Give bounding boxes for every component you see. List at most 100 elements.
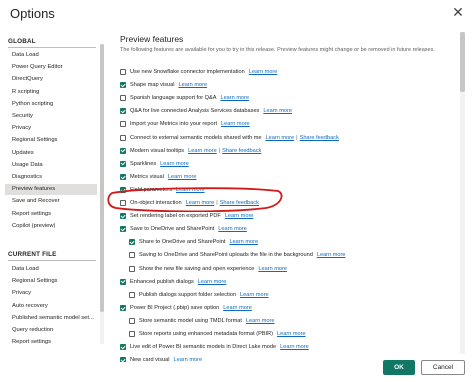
feature-checkbox[interactable] bbox=[120, 226, 126, 233]
learn-more-link[interactable]: Learn more bbox=[218, 226, 247, 232]
main-scrollbar[interactable] bbox=[460, 32, 465, 354]
feature-checkbox[interactable] bbox=[120, 160, 126, 167]
feature-checkbox[interactable] bbox=[129, 317, 135, 324]
link-separator: | bbox=[296, 134, 298, 141]
feature-row: Metrics visual Learn more bbox=[120, 172, 197, 182]
sidebar-item[interactable]: Preview features bbox=[5, 184, 97, 196]
sidebar-item[interactable]: Save and Recover bbox=[5, 196, 97, 207]
feature-row: Set rendering label on exported PDF Learn… bbox=[120, 211, 253, 221]
sidebar-scrollbar-thumb[interactable] bbox=[100, 44, 104, 312]
learn-more-link[interactable]: Learn more bbox=[258, 266, 287, 272]
sidebar-item[interactable]: R scripting bbox=[5, 87, 97, 98]
feature-row: Q&A for live connected Analysis Services… bbox=[120, 106, 292, 116]
learn-more-link[interactable]: Learn more bbox=[229, 239, 258, 245]
sidebar-item[interactable]: Privacy bbox=[5, 288, 97, 299]
feature-checkbox[interactable] bbox=[120, 121, 126, 128]
feature-checkbox[interactable] bbox=[120, 69, 126, 75]
feature-checkbox[interactable] bbox=[120, 357, 126, 362]
share-feedback-link[interactable]: Share feedback bbox=[300, 135, 339, 141]
feature-checkbox[interactable] bbox=[120, 82, 126, 89]
feature-checkbox[interactable] bbox=[129, 265, 135, 272]
feature-checkbox[interactable] bbox=[120, 344, 126, 351]
sidebar-divider bbox=[8, 47, 96, 48]
feature-checkbox[interactable] bbox=[120, 134, 126, 141]
feature-checkbox[interactable] bbox=[120, 108, 126, 115]
learn-more-link[interactable]: Learn more bbox=[249, 69, 278, 75]
sidebar-item[interactable]: Usage Data bbox=[5, 160, 97, 171]
sidebar-item[interactable]: Report settings bbox=[5, 209, 97, 220]
feature-label: Store reports using enhanced metadata fo… bbox=[139, 331, 274, 337]
feature-row: Import your Metrics into your report Lear… bbox=[120, 119, 250, 129]
feature-checkbox[interactable] bbox=[120, 304, 126, 311]
feature-label: Metrics visual bbox=[130, 173, 164, 180]
learn-more-link[interactable]: Learn more bbox=[240, 292, 269, 298]
ok-button[interactable]: OK bbox=[383, 360, 415, 375]
learn-more-link[interactable]: Learn more bbox=[178, 82, 207, 88]
sidebar-item[interactable]: Copilot (preview) bbox=[5, 221, 97, 232]
sidebar-item[interactable]: Power Query Editor bbox=[5, 62, 97, 73]
sidebar-item[interactable]: Security bbox=[5, 111, 97, 122]
learn-more-link[interactable]: Learn more bbox=[220, 95, 249, 101]
feature-checkbox[interactable] bbox=[120, 186, 126, 193]
feature-label: Spanish language support for Q&A bbox=[130, 95, 217, 102]
feature-row: Store semantic model using TMDL format Le… bbox=[129, 316, 275, 326]
learn-more-link[interactable]: Learn more bbox=[266, 135, 295, 141]
sidebar-item[interactable]: Data Load bbox=[5, 50, 97, 61]
sidebar-scrollbar[interactable] bbox=[100, 44, 104, 344]
feature-checkbox[interactable] bbox=[120, 213, 126, 220]
feature-checkbox[interactable] bbox=[120, 200, 126, 206]
learn-more-link[interactable]: Learn more bbox=[280, 344, 309, 350]
learn-more-link[interactable]: Learn more bbox=[223, 305, 252, 311]
sidebar-item[interactable]: Data Load bbox=[5, 264, 97, 275]
feature-checkbox[interactable] bbox=[120, 278, 126, 285]
learn-more-link[interactable]: Learn more bbox=[221, 121, 250, 127]
feature-checkbox[interactable] bbox=[129, 291, 135, 298]
learn-more-link[interactable]: Learn more bbox=[317, 252, 346, 258]
feature-label: Power BI Project (.pbip) save option bbox=[130, 304, 220, 311]
section-description: The following features are available for… bbox=[120, 47, 435, 53]
main-scrollbar-thumb[interactable] bbox=[460, 32, 465, 92]
sidebar-item[interactable]: Query reduction bbox=[5, 325, 97, 336]
feature-checkbox[interactable] bbox=[129, 252, 135, 259]
sidebar-item[interactable]: Regional Settings bbox=[5, 276, 97, 287]
learn-more-link[interactable]: Learn more bbox=[176, 187, 205, 193]
feature-checkbox[interactable] bbox=[120, 95, 126, 102]
cancel-button[interactable]: Cancel bbox=[421, 360, 465, 375]
sidebar-item[interactable]: DirectQuery bbox=[5, 74, 97, 85]
feature-label: Share to OneDrive and SharePoint bbox=[139, 239, 226, 246]
close-icon[interactable]: ✕ bbox=[450, 4, 466, 20]
learn-more-link[interactable]: Learn more bbox=[160, 161, 189, 167]
feature-checkbox[interactable] bbox=[129, 331, 135, 337]
feature-row: Power BI Project (.pbip) save option Lear… bbox=[120, 303, 252, 313]
sidebar-item[interactable]: Report settings bbox=[5, 337, 97, 348]
learn-more-link[interactable]: Learn more bbox=[186, 200, 215, 206]
feature-row: Saving to OneDrive and SharePoint upload… bbox=[129, 250, 345, 260]
sidebar-item[interactable]: Diagnostics bbox=[5, 172, 97, 183]
sidebar-item[interactable]: Auto recovery bbox=[5, 301, 97, 312]
share-feedback-link[interactable]: Share feedback bbox=[222, 148, 261, 154]
learn-more-link[interactable]: Learn more bbox=[188, 148, 217, 154]
learn-more-link[interactable]: Learn more bbox=[277, 331, 306, 337]
feature-checkbox[interactable] bbox=[129, 239, 135, 246]
feature-label: Enhanced publish dialogs bbox=[130, 278, 194, 285]
sidebar-item[interactable]: Privacy bbox=[5, 123, 97, 134]
learn-more-link[interactable]: Learn more bbox=[198, 279, 227, 285]
learn-more-link[interactable]: Learn more bbox=[263, 108, 292, 114]
sidebar-item[interactable]: Regional Settings bbox=[5, 135, 97, 146]
learn-more-link[interactable]: Learn more bbox=[168, 174, 197, 180]
share-feedback-link[interactable]: Share feedback bbox=[220, 200, 259, 206]
feature-label: On-object interaction bbox=[130, 200, 182, 206]
learn-more-link[interactable]: Learn more bbox=[173, 357, 202, 362]
feature-checkbox[interactable] bbox=[120, 147, 126, 154]
sidebar-item[interactable]: Published semantic model set... bbox=[5, 313, 97, 324]
feature-label: Store semantic model using TMDL format bbox=[139, 317, 242, 324]
sidebar-item[interactable]: Updates bbox=[5, 148, 97, 159]
feature-checkbox[interactable] bbox=[120, 173, 126, 180]
feature-label: Publish dialogs support folder selection bbox=[139, 291, 237, 298]
feature-label: Import your Metrics into your report bbox=[130, 121, 218, 128]
learn-more-link[interactable]: Learn more bbox=[225, 213, 254, 219]
feature-row: Spanish language support for Q&A Learn mo… bbox=[120, 93, 249, 103]
feature-row: Store reports using enhanced metadata fo… bbox=[129, 329, 306, 339]
learn-more-link[interactable]: Learn more bbox=[246, 318, 275, 324]
sidebar-item[interactable]: Python scripting bbox=[5, 99, 97, 110]
